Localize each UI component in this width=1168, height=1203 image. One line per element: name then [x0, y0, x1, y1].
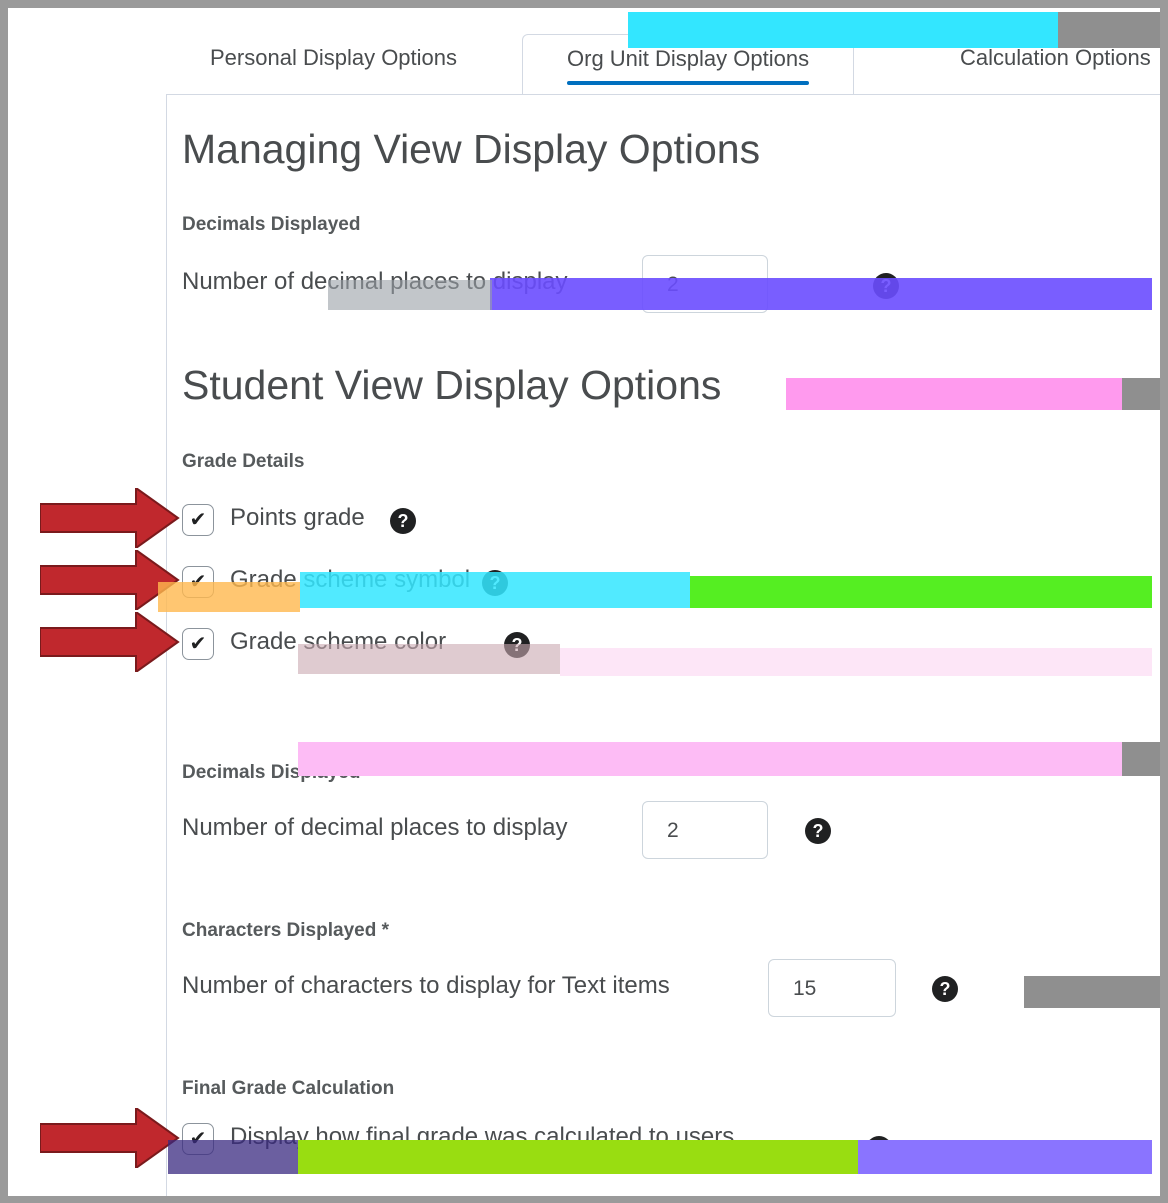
glitch-band — [300, 572, 690, 608]
characters-input[interactable]: 15 — [768, 959, 896, 1017]
student-decimal-places-label: Number of decimal places to display — [182, 814, 568, 841]
tab-label: Org Unit Display Options — [567, 46, 810, 71]
student-decimal-places-input[interactable]: 2 — [642, 801, 768, 859]
points-grade-label: Points grade — [230, 504, 365, 531]
settings-card: Personal Display Options Org Unit Displa… — [8, 8, 1160, 1196]
red-arrow-icon — [40, 612, 180, 672]
red-arrow-icon — [40, 1108, 180, 1168]
glitch-band — [690, 576, 1152, 608]
glitch-band — [168, 1140, 298, 1174]
grade-scheme-color-checkbox[interactable]: ✔ — [182, 628, 214, 660]
checkmark-icon: ✔ — [189, 633, 207, 655]
glitch-band — [1024, 976, 1160, 1008]
managing-view-title: Managing View Display Options — [182, 126, 761, 172]
red-arrow-icon — [40, 488, 180, 548]
glitch-band — [1122, 742, 1160, 776]
glitch-band — [560, 648, 1152, 676]
points-grade-checkbox[interactable]: ✔ — [182, 504, 214, 536]
glitch-band — [328, 280, 492, 310]
glitch-band — [1122, 378, 1160, 410]
tab-personal-display-options[interactable]: Personal Display Options — [210, 34, 457, 94]
checkmark-icon: ✔ — [189, 509, 207, 531]
question-circle-icon[interactable]: ? — [932, 976, 958, 1002]
glitch-band — [786, 378, 1122, 410]
question-circle-icon[interactable]: ? — [805, 818, 831, 844]
glitch-band — [490, 278, 1152, 310]
active-tab-indicator — [567, 81, 810, 85]
tab-label: Personal Display Options — [210, 45, 458, 70]
question-circle-icon[interactable]: ? — [390, 508, 416, 534]
grade-details-label: Grade Details — [182, 451, 305, 472]
glitch-band — [858, 1140, 1152, 1174]
glitch-band — [628, 12, 1058, 48]
characters-displayed-label: Characters Displayed * — [182, 920, 389, 941]
final-grade-calculation-label: Final Grade Calculation — [182, 1078, 395, 1099]
managing-decimals-label: Decimals Displayed — [182, 214, 361, 235]
tab-label: Calculation Options — [960, 45, 1151, 70]
characters-row-label: Number of characters to display for Text… — [182, 972, 670, 999]
glitch-band — [1058, 12, 1160, 48]
glitch-band — [298, 1140, 858, 1174]
glitch-band — [298, 742, 1122, 776]
glitch-band — [298, 644, 560, 674]
glitch-band — [158, 582, 300, 612]
student-view-title: Student View Display Options — [182, 362, 722, 408]
